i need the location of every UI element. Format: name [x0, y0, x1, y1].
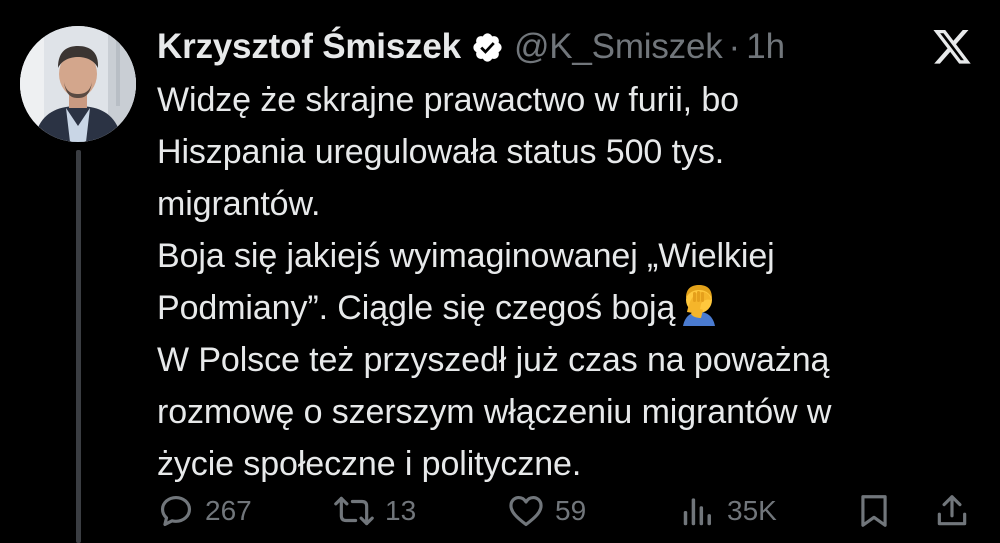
repost-button[interactable]: 13 [333, 488, 416, 534]
tweet-header: Krzysztof Śmiszek @K_Smiszek · 1h [157, 25, 785, 69]
tweet-line-with-emoji: Podmiany”. Ciągle się czegoś boją [157, 282, 977, 334]
avatar[interactable] [20, 26, 136, 142]
tweet-line: Hiszpania uregulowała status 500 tys. [157, 133, 725, 171]
views-icon [679, 492, 717, 530]
repost-icon [333, 492, 375, 530]
like-count: 59 [555, 495, 587, 526]
repost-count: 13 [385, 495, 417, 526]
face-palm-emoji [677, 282, 721, 326]
tweet-line: Boja się jakiejś wyimaginowanej „Wielkie… [157, 237, 775, 275]
bookmark-icon [855, 492, 893, 530]
thread-line [76, 150, 81, 543]
reply-icon [157, 492, 195, 530]
tweet-text: Widzę że skrajne prawactwo w furii, bo H… [157, 74, 977, 490]
like-button[interactable]: 59 [507, 488, 586, 534]
tweet-line: życie społeczne i polityczne. [157, 445, 582, 483]
verified-badge-icon [471, 31, 504, 64]
tweet-line: Widzę że skrajne prawactwo w furii, bo [157, 81, 739, 119]
bookmark-button[interactable] [855, 488, 893, 534]
author-handle[interactable]: @K_Smiszek [514, 27, 723, 67]
reply-count: 267 [205, 495, 252, 526]
tweet-line: Podmiany”. Ciągle się czegoś boją [157, 289, 676, 327]
views-count: 35K [727, 495, 777, 526]
views-button[interactable]: 35K [679, 488, 777, 534]
tweet-line: rozmowę o szerszym włączeniu migrantów w [157, 393, 832, 431]
tweet-line: migrantów. [157, 185, 321, 223]
reply-button[interactable]: 267 [157, 488, 252, 534]
action-bar: 267 13 59 35K [157, 488, 977, 534]
x-logo-icon [931, 30, 973, 68]
share-button[interactable] [933, 488, 971, 534]
author-name[interactable]: Krzysztof Śmiszek [157, 27, 461, 67]
heart-icon [507, 492, 545, 530]
share-icon [933, 492, 971, 530]
tweet-time[interactable]: 1h [746, 27, 785, 67]
separator-dot: · [728, 27, 741, 66]
tweet-line: W Polsce też przyszedł już czas na poważ… [157, 341, 830, 379]
